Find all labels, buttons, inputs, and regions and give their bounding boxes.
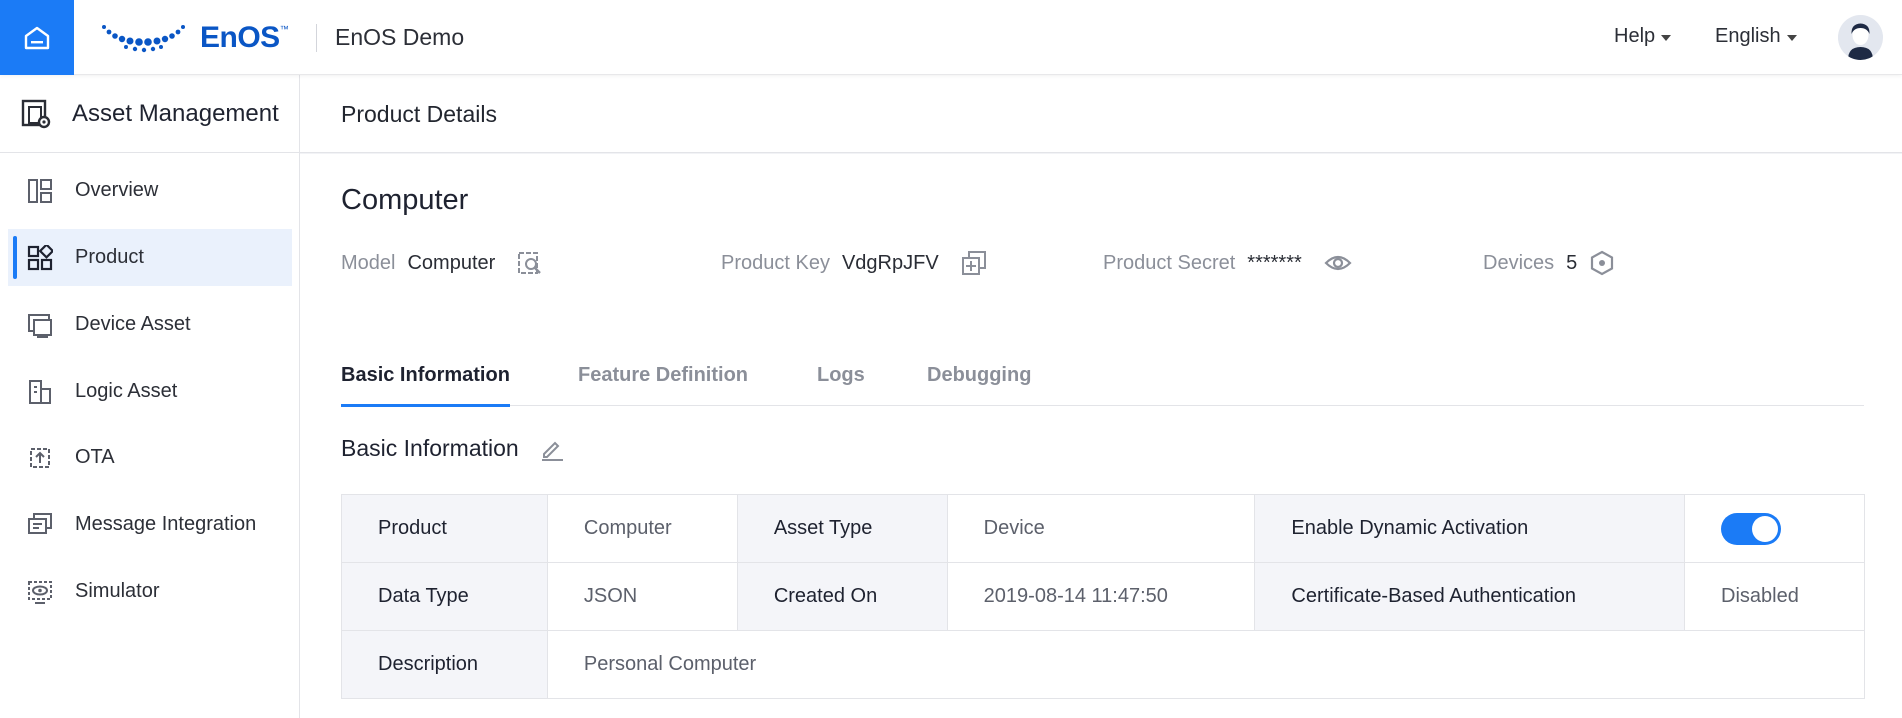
devices-meta: Devices 5: [1483, 250, 1615, 276]
simulator-icon: [28, 580, 52, 604]
edit-icon[interactable]: [539, 436, 565, 462]
description-value-cell: Personal Computer: [546, 630, 1866, 699]
tab-logs[interactable]: Logs: [817, 364, 865, 406]
app-name: EnOS Demo: [335, 24, 465, 50]
page-title: Product Details: [341, 101, 497, 127]
product-key-label: Product Key: [721, 251, 830, 274]
caret-down-icon: [1786, 34, 1797, 41]
toggle-knob: [1752, 515, 1779, 542]
sidebar-item-label: Device Asset: [75, 313, 191, 335]
sidebar-item-simulator[interactable]: Simulator: [8, 563, 292, 620]
basic-info-table: Product Computer Asset Type Device Enabl…: [341, 494, 1866, 699]
logo-trademark: ™: [279, 24, 289, 34]
sidebar-item-message-integration[interactable]: Message Integration: [8, 496, 292, 553]
cert-auth-value-cell: Disabled: [1684, 562, 1865, 631]
sidebar-title: Asset Management: [72, 99, 279, 127]
product-key-value: VdgRpJFV: [841, 251, 939, 274]
product-name: Computer: [341, 184, 469, 216]
view-model-icon[interactable]: [517, 250, 543, 276]
overview-icon: [28, 178, 52, 203]
dynamic-activation-label-cell: Enable Dynamic Activation: [1254, 494, 1686, 563]
sidebar-item-overview[interactable]: Overview: [8, 162, 292, 219]
sidebar-item-label: Logic Asset: [75, 380, 178, 402]
sidebar-item-label: Message Integration: [75, 513, 257, 535]
devices-label: Devices: [1483, 251, 1555, 274]
device-asset-icon: [28, 313, 52, 338]
data-type-label-cell: Data Type: [341, 562, 548, 631]
language-label: English: [1715, 25, 1781, 47]
sidebar: Asset Management Overview Product Device…: [0, 75, 300, 718]
sidebar-item-product[interactable]: Product: [8, 229, 292, 286]
table-row: Description Personal Computer: [341, 630, 1866, 699]
sidebar-item-label: OTA: [75, 446, 115, 468]
section-header: Basic Information: [341, 435, 565, 462]
model-value: Computer: [407, 251, 496, 274]
avatar[interactable]: [1838, 15, 1883, 60]
product-key-meta: Product Key VdgRpJFV: [721, 250, 987, 276]
product-value-cell: Computer: [546, 494, 738, 563]
header-divider: [316, 24, 317, 52]
copy-icon[interactable]: [961, 250, 987, 276]
product-secret-value: *******: [1247, 251, 1302, 274]
ota-icon: [30, 447, 50, 468]
data-type-value-cell: JSON: [546, 562, 738, 631]
details-panel: Basic Information Feature Definition Log…: [300, 314, 1902, 718]
sidebar-item-device-asset[interactable]: Device Asset: [8, 296, 292, 353]
product-secret-label: Product Secret: [1103, 251, 1236, 274]
sidebar-item-label: Product: [75, 246, 144, 268]
caret-down-icon: [1661, 34, 1672, 41]
help-label: Help: [1614, 25, 1656, 47]
help-menu[interactable]: Help: [1614, 25, 1672, 48]
devices-count[interactable]: 5: [1566, 252, 1577, 275]
breadcrumb: Product Details: [300, 75, 1902, 153]
logo-dots-icon: [102, 25, 185, 53]
product-icon: [27, 244, 53, 270]
tab-debugging[interactable]: Debugging: [927, 364, 1031, 406]
tab-feature-definition[interactable]: Feature Definition: [578, 364, 748, 406]
tab-basic-information[interactable]: Basic Information: [341, 364, 510, 407]
user-avatar-icon: [1838, 15, 1883, 60]
hexagon-device-icon[interactable]: [1589, 250, 1615, 276]
main-content: Product Details Computer Model Computer …: [300, 75, 1902, 718]
section-title: Basic Information: [341, 435, 519, 461]
asset-management-icon: [21, 99, 51, 128]
enos-logo[interactable]: EnOS ™: [100, 21, 289, 54]
language-menu[interactable]: English: [1715, 25, 1797, 48]
tab-bar: Basic Information Feature Definition Log…: [341, 364, 1864, 407]
model-label: Model: [341, 251, 396, 274]
model-meta: Model Computer: [341, 250, 543, 276]
table-row: Data Type JSON Created On 2019-08-14 11:…: [341, 562, 1865, 631]
sidebar-header: Asset Management: [0, 75, 299, 153]
dynamic-activation-cell: [1684, 494, 1865, 563]
home-icon: [24, 26, 50, 49]
home-button[interactable]: [0, 0, 74, 75]
created-on-label-cell: Created On: [736, 562, 948, 631]
asset-type-label-cell: Asset Type: [736, 494, 948, 563]
logic-asset-icon: [29, 379, 51, 404]
description-label-cell: Description: [341, 630, 548, 699]
sidebar-item-label: Overview: [75, 179, 159, 201]
dynamic-activation-toggle[interactable]: [1721, 512, 1782, 545]
product-label-cell: Product: [341, 494, 548, 563]
product-summary-card: Computer Model Computer Product Key VdgR…: [300, 154, 1902, 314]
message-integration-icon: [28, 512, 52, 534]
logo-text: EnOS: [200, 21, 280, 54]
sidebar-item-label: Simulator: [75, 580, 160, 602]
table-row: Product Computer Asset Type Device Enabl…: [341, 494, 1865, 563]
top-bar: EnOS ™ EnOS Demo Help English: [0, 0, 1902, 75]
created-on-value-cell: 2019-08-14 11:47:50: [946, 562, 1256, 631]
product-secret-meta: Product Secret *******: [1103, 250, 1352, 276]
sidebar-item-ota[interactable]: OTA: [8, 429, 292, 486]
asset-type-value-cell: Device: [946, 494, 1256, 563]
sidebar-item-logic-asset[interactable]: Logic Asset: [8, 363, 292, 420]
cert-auth-label-cell: Certificate-Based Authentication: [1254, 562, 1686, 631]
eye-icon[interactable]: [1324, 250, 1352, 276]
